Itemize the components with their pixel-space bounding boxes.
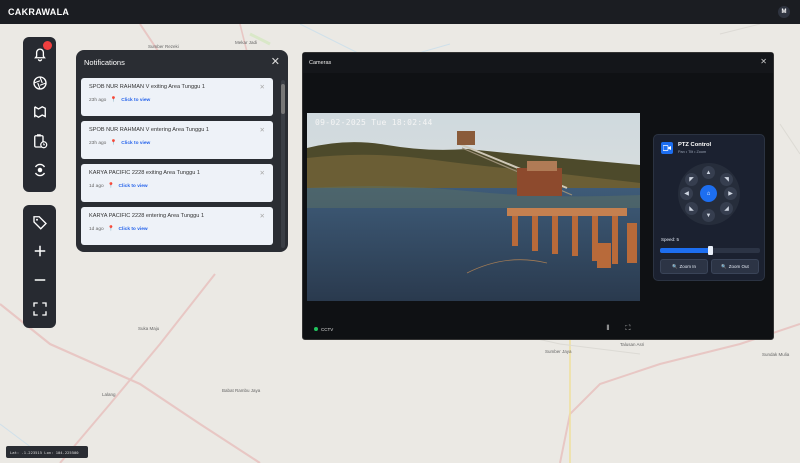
map-label: Suka Maju <box>138 326 160 331</box>
cameras-title: Cameras <box>303 53 773 73</box>
areas-button[interactable] <box>25 97 54 126</box>
location-pin-icon: 📍 <box>107 226 115 232</box>
user-avatar[interactable]: M <box>778 6 790 18</box>
expand-icon[interactable]: ⛶ <box>623 324 633 334</box>
live-status-dot <box>314 327 318 331</box>
pan-down-right-button[interactable]: ◢ <box>720 202 733 215</box>
alert-badge <box>43 41 52 50</box>
columns-icon[interactable]: ⫴ <box>603 324 613 334</box>
ptz-subtitle: Pan • Tilt • Zoom <box>678 150 707 154</box>
camera-timestamp: 09-02-2025 Tue 18:02:44 <box>315 118 433 127</box>
click-to-view-link[interactable]: Click to view <box>121 141 150 146</box>
map-label: Sumber Rezeki <box>148 44 179 49</box>
fullscreen-button[interactable] <box>25 294 54 323</box>
ptz-title: PTZ Control <box>678 142 712 148</box>
notifications-button[interactable] <box>25 39 54 68</box>
notification-item[interactable]: SPOB NUR RAHMAN V entering Area Tunggu 1… <box>81 121 273 159</box>
notifications-scrollbar[interactable] <box>281 80 285 248</box>
location-pin-icon: 📍 <box>107 183 115 189</box>
notification-time: 1d ago <box>89 183 104 189</box>
notifications-title: Notifications <box>84 57 125 67</box>
notification-text: SPOB NUR RAHMAN V exiting Area Tunggu 1 <box>89 84 205 90</box>
dismiss-icon[interactable]: ✕ <box>260 169 265 177</box>
dismiss-icon[interactable]: ✕ <box>260 126 265 134</box>
notifications-list[interactable]: SPOB NUR RAHMAN V exiting Area Tunggu 1 … <box>81 78 280 250</box>
notification-time: 1d ago <box>89 226 104 232</box>
notification-text: KARYA PACIFIC 2228 exiting Area Tunggu 1 <box>89 170 201 176</box>
location-pin-icon: 📍 <box>110 140 118 146</box>
speed-slider-handle[interactable] <box>708 246 713 255</box>
zoom-out-button[interactable] <box>25 265 54 294</box>
map-toolbar-top <box>23 37 56 192</box>
top-bar: CAKRAWALA M <box>0 0 800 24</box>
pan-up-right-button[interactable]: ◥ <box>720 173 733 186</box>
map-label: Sumber Jaya <box>545 349 572 354</box>
cameras-panel: Cameras ✕ 09-02-2025 Tue 18:02:44 CCTV ⫴… <box>302 52 774 340</box>
scrollbar-thumb[interactable] <box>281 84 285 114</box>
click-to-view-link[interactable]: Click to view <box>119 227 148 232</box>
speed-label: Speed: 5 <box>661 237 680 242</box>
fullscreen-icon <box>32 301 47 316</box>
notification-item[interactable]: KARYA PACIFIC 2228 entering Area Tunggu … <box>81 207 273 245</box>
dismiss-icon[interactable]: ✕ <box>260 212 265 220</box>
magnifier-minus-icon: 🔍 <box>721 263 727 269</box>
camera-feed[interactable]: 09-02-2025 Tue 18:02:44 <box>307 113 640 301</box>
map-label: Babat Rambu Jaya <box>222 388 261 393</box>
location-pin-icon: 📍 <box>110 97 118 103</box>
notification-text: KARYA PACIFIC 2228 entering Area Tunggu … <box>89 213 205 219</box>
camera-feed-image <box>307 113 640 301</box>
pan-right-button[interactable]: ▶ <box>724 187 737 200</box>
notification-item[interactable]: KARYA PACIFIC 2228 exiting Area Tunggu 1… <box>81 164 273 202</box>
tilt-down-button[interactable]: ▼ <box>702 209 715 222</box>
home-button[interactable]: ⌂ <box>700 185 717 202</box>
map-label: Sundak Mulia <box>762 352 790 357</box>
video-camera-icon <box>661 142 673 154</box>
map-icon <box>33 105 46 118</box>
map-label: Talusan Asri <box>620 342 645 347</box>
app-title: CAKRAWALA <box>8 7 70 17</box>
tag-icon <box>32 215 47 230</box>
map-label: Lalang <box>102 392 116 397</box>
zoom-out-icon <box>34 278 45 281</box>
notifications-panel: Notifications ✕ SPOB NUR RAHMAN V exitin… <box>76 50 288 252</box>
close-icon[interactable]: ✕ <box>271 55 280 68</box>
speed-slider-fill <box>660 248 710 253</box>
notification-text: SPOB NUR RAHMAN V entering Area Tunggu 1 <box>89 127 210 133</box>
camera-button[interactable] <box>25 68 54 97</box>
ptz-control-panel: PTZ Control Pan • Tilt • Zoom ▲ ◤ ◥ ◀ ⌂ … <box>653 134 765 281</box>
pan-down-left-button[interactable]: ◣ <box>685 202 698 215</box>
tag-button[interactable] <box>25 207 54 236</box>
notification-item[interactable]: SPOB NUR RAHMAN V exiting Area Tunggu 1 … <box>81 78 273 116</box>
coordinates-readout: Lat: -1.223515 Lon: 104.225500 <box>6 446 88 458</box>
rotate-target-icon <box>34 163 45 176</box>
zoom-in-icon <box>34 245 45 256</box>
pan-left-button[interactable]: ◀ <box>680 187 693 200</box>
dismiss-icon[interactable]: ✕ <box>260 83 265 91</box>
zoom-in-button[interactable] <box>25 236 54 265</box>
aperture-icon <box>32 75 47 90</box>
track-button[interactable] <box>25 155 54 184</box>
zoom-in-ptz-button[interactable]: 🔍 Zoom In <box>660 259 708 274</box>
ptz-dpad: ▲ ◤ ◥ ◀ ⌂ ▶ ◣ ◢ ▼ <box>678 163 740 225</box>
notification-time: 23h ago <box>89 97 107 103</box>
click-to-view-link[interactable]: Click to view <box>121 98 150 103</box>
map-toolbar-bottom <box>23 205 56 328</box>
zoom-in-label: Zoom In <box>679 264 697 269</box>
clipboard-clock-icon <box>33 133 47 148</box>
notification-time: 23h ago <box>89 140 107 146</box>
pan-up-left-button[interactable]: ◤ <box>685 173 698 186</box>
map-label: Mekar Jadi <box>235 40 258 45</box>
click-to-view-link[interactable]: Click to view <box>119 184 148 189</box>
zoom-out-ptz-button[interactable]: 🔍 Zoom Out <box>711 259 759 274</box>
tilt-up-button[interactable]: ▲ <box>702 166 715 179</box>
camera-label: CCTV <box>321 327 334 332</box>
close-icon[interactable]: ✕ <box>760 57 767 66</box>
history-button[interactable] <box>25 126 54 155</box>
magnifier-plus-icon: 🔍 <box>671 263 678 269</box>
zoom-out-label: Zoom Out <box>728 264 749 269</box>
